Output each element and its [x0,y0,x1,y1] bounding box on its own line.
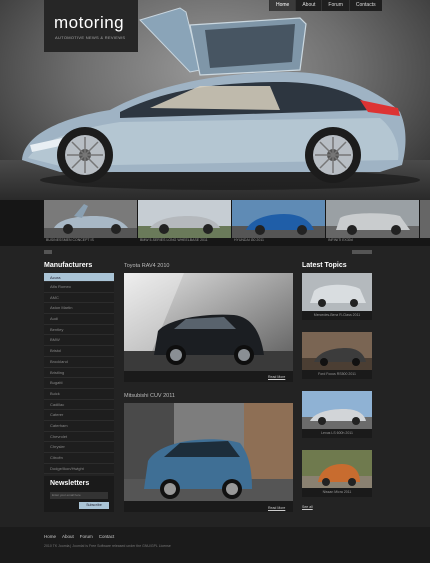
manufacturers-list: Acura Alfa Romeo AMC Aston Martin Audi B… [44,273,114,475]
latest-topic-caption-2[interactable]: Ford Focus RS500 2011 [302,370,372,379]
strip-thumb-4-image [326,200,419,238]
footer: Home About Forum Contact 2010 TK Joomla … [0,527,430,563]
manufacturer-item[interactable]: Alfa Romeo [44,282,114,293]
manufacturer-item[interactable]: Chrysler [44,442,114,453]
strip-thumb-3-image [232,200,325,238]
manufacturer-item[interactable]: Bugatti [44,378,114,389]
latest-topic-image-4[interactable] [302,450,372,488]
read-more-link-2[interactable]: Read More [268,506,285,510]
nav-forum[interactable]: Forum [321,0,349,11]
article-image-1[interactable] [124,273,293,371]
see-all-link[interactable]: See all [302,505,313,509]
manufacturer-item[interactable]: Cadillac [44,399,114,411]
latest-topic-image-3[interactable] [302,391,372,429]
footer-link-about[interactable]: About [62,534,74,539]
article-title-1[interactable]: Toyota RAV4 2010 [124,263,169,269]
manufacturer-item[interactable]: Bristling [44,367,114,379]
latest-topic-image-2[interactable] [302,332,372,370]
manufacturer-item[interactable]: Chevrolet [44,431,114,443]
logo[interactable]: motoring AUTOMOTIVE NEWS & REVIEWS [44,0,138,52]
manufacturer-item[interactable]: Audi [44,314,114,325]
latest-topic-caption-3[interactable]: Lexus LS 600h 2011 [302,429,372,438]
read-more-link-1[interactable]: Read More [268,375,285,379]
article-image-2-graphic [124,403,293,501]
article-image-1-graphic [124,273,293,371]
strip-caption-1: BUSINESSMEN CONCEPT IS [46,238,94,242]
footer-copyright: 2010 TK Joomla | Joomla! is Free Softwar… [44,544,171,548]
strip-thumb-1-image [44,200,137,238]
manufacturer-item[interactable]: Aston Martin [44,303,114,315]
latest-topic-caption-4[interactable]: Nissan Micra 2011 [302,488,372,497]
latest-topic-image-1[interactable] [302,273,372,311]
strip-caption-4: INFINITI EX30d [328,238,353,242]
subscribe-button[interactable]: Subscribe [79,502,109,509]
manufacturer-item[interactable]: Acura [44,273,114,282]
hero-banner: motoring AUTOMOTIVE NEWS & REVIEWS Home … [0,0,430,200]
manufacturer-item[interactable]: Dodge/Ikon/Hwight [44,463,114,475]
newsletter-email-input[interactable]: Enter your email here [50,492,108,499]
strip-caption-3: HYUNDAI i30 2011 [234,238,264,242]
strip-thumb-2-image [138,200,231,238]
nav-contacts[interactable]: Contacts [348,0,382,11]
manufacturer-item[interactable]: AMC [44,292,114,304]
article-image-2[interactable] [124,403,293,501]
latest-topic-image-2-graphic [302,332,372,370]
manufacturer-item[interactable]: Bentley [44,324,114,336]
manufacturer-item[interactable]: Buick [44,388,114,400]
strip-thumb-2[interactable] [138,200,231,238]
newsletter-box: Newsletters Enter your email here Subscr… [44,476,114,512]
latest-topic-caption-1[interactable]: Mercedes-Benz R-Class 2011 [302,311,372,320]
top-navigation: Home About Forum Contacts [269,0,382,11]
strip-thumb-5-image [420,200,430,238]
manufacturer-item[interactable]: Bristol [44,346,114,357]
newsletter-title: Newsletters [50,480,90,487]
nav-about[interactable]: About [295,0,322,11]
strip-thumb-1[interactable] [44,200,137,238]
footer-link-contact[interactable]: Contact [99,534,115,539]
nav-home[interactable]: Home [269,0,296,11]
latest-topics-title: Latest Topics [302,262,347,269]
manufacturer-item[interactable]: Brockland [44,356,114,368]
strip-next-arrow[interactable] [352,250,372,254]
manufacturer-item[interactable]: Caterer [44,410,114,421]
footer-links: Home About Forum Contact [44,534,114,539]
strip-thumb-4[interactable] [326,200,419,238]
footer-link-home[interactable]: Home [44,534,56,539]
footer-link-forum[interactable]: Forum [80,534,93,539]
strip-thumb-3[interactable] [232,200,325,238]
manufacturers-title: Manufacturers [44,262,93,269]
latest-topic-image-4-graphic [302,450,372,488]
logo-tagline: AUTOMOTIVE NEWS & REVIEWS [55,35,126,40]
manufacturer-item[interactable]: BMW [44,335,114,347]
latest-topic-image-3-graphic [302,391,372,429]
strip-thumb-5[interactable] [420,200,430,238]
manufacturer-item[interactable]: Citroën [44,453,114,464]
article-title-2[interactable]: Mitsubishi CUV 2011 [124,393,175,399]
strip-caption-2: BMW 5-SERIES LONG WHEELBASE 2011 [140,238,208,242]
car-thumbnail-strip: BUSINESSMEN CONCEPT IS BMW 5-SERIES LONG… [0,200,430,246]
manufacturer-item[interactable]: Caterham [44,420,114,432]
strip-prev-arrow[interactable] [44,250,52,254]
latest-topic-image-1-graphic [302,273,372,311]
logo-text: motoring [54,13,125,32]
